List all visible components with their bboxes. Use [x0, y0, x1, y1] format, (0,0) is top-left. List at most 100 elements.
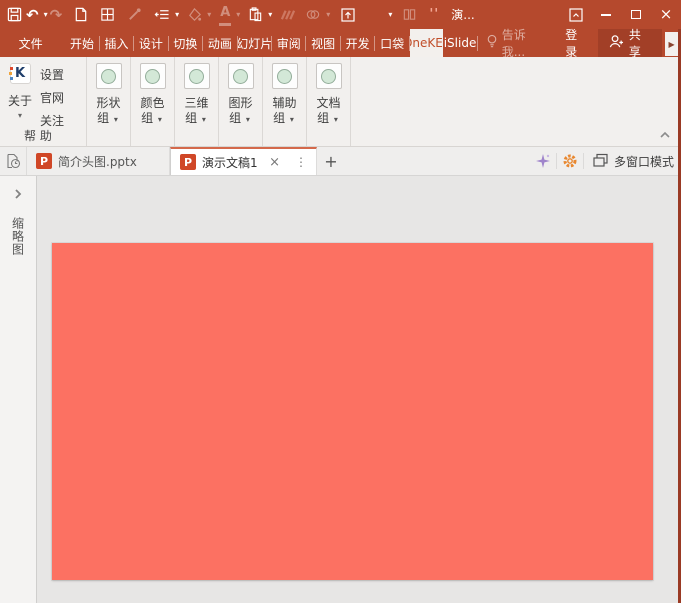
- fit-window-icon[interactable]: [340, 4, 356, 26]
- powerpoint-file-icon: P: [36, 153, 52, 169]
- ink-fill-icon: [187, 4, 202, 26]
- group-label: 辅助: [272, 96, 296, 110]
- doc-tab-title: 演示文稿1: [202, 154, 258, 171]
- save-icon[interactable]: [7, 4, 22, 26]
- slide[interactable]: [52, 243, 653, 580]
- doc-tab-title: 简介头图.pptx: [58, 153, 137, 170]
- group-label: 图形: [228, 96, 252, 110]
- group-label: 颜色: [140, 96, 164, 110]
- dropdown-caret-icon: ▾: [334, 115, 338, 124]
- ribbon: K 关于 ▾ 设置 官网 关注 形状 组 ▾ 颜色 组 ▾ 三维 组 ▾: [0, 57, 681, 147]
- group-label: 组: [185, 111, 197, 125]
- ribbon-tab-transition[interactable]: 切换: [169, 29, 202, 57]
- font-color-icon: A: [219, 4, 231, 26]
- paragraph-icon[interactable]: [154, 4, 170, 26]
- color-group-icon: [140, 63, 166, 89]
- undo-caret-icon[interactable]: ▾: [44, 10, 48, 19]
- powerpoint-file-icon: P: [180, 154, 196, 170]
- tell-me-label: 告诉我...: [502, 26, 548, 60]
- maximize-button[interactable]: [621, 0, 651, 29]
- link-website[interactable]: 官网: [40, 87, 64, 110]
- doc-tab-1[interactable]: P 简介头图.pptx: [27, 147, 170, 175]
- multi-window-button[interactable]: 多窗口模式: [584, 152, 674, 171]
- link-settings[interactable]: 设置: [40, 64, 64, 87]
- font-color-caret-icon: ▾: [236, 10, 240, 19]
- 3d-group-icon: [184, 63, 210, 89]
- share-label: 共享: [629, 26, 652, 60]
- window-controls: ×: [561, 0, 681, 29]
- ribbon-tab-pocket[interactable]: 口袋: [375, 29, 408, 57]
- multi-window-icon: [592, 152, 609, 171]
- ribbon-tab-insert[interactable]: 插入: [100, 29, 133, 57]
- onekey-logo-icon: K: [10, 63, 31, 84]
- paste-icon[interactable]: [248, 4, 263, 26]
- ribbon-tab-developer[interactable]: 开发: [341, 29, 374, 57]
- tab-menu-icon[interactable]: ⋮: [295, 155, 307, 169]
- graphic-group-icon: [228, 63, 254, 89]
- main-area: 缩略图: [0, 176, 681, 603]
- group-label: 组: [229, 111, 241, 125]
- group-label: 组: [97, 111, 109, 125]
- magic-wand-icon[interactable]: [530, 153, 556, 169]
- theme-colors-icon[interactable]: [368, 4, 383, 26]
- new-tab-button[interactable]: +: [317, 147, 345, 175]
- group-button-graphic[interactable]: 图形 组 ▾: [219, 57, 263, 146]
- group-button-assist[interactable]: 辅助 组 ▾: [263, 57, 307, 146]
- ribbon-tab-design[interactable]: 设计: [134, 29, 167, 57]
- ribbon-tab-home[interactable]: 开始: [65, 29, 98, 57]
- group-button-color[interactable]: 颜色 组 ▾: [131, 57, 175, 146]
- dropdown-caret-icon: ▾: [202, 115, 206, 124]
- title-bar: ↶ ▾ ↷ ▾ ▾ A ▾: [0, 0, 681, 29]
- ink-fill-caret-icon: ▾: [207, 10, 211, 19]
- ribbon-tab-islide[interactable]: iSlide: [443, 29, 476, 57]
- grid-view-icon[interactable]: [100, 4, 115, 26]
- thumbnail-pane-collapsed: 缩略图: [0, 176, 37, 603]
- doc-tab-2[interactable]: P 演示文稿1 × ⋮: [170, 147, 317, 175]
- lightbulb-icon: [486, 34, 498, 52]
- dropdown-caret-icon: ▾: [290, 115, 294, 124]
- ribbon-tab-animation[interactable]: 动画: [203, 29, 236, 57]
- shape-group-icon: [96, 63, 122, 89]
- ribbon-tab-onekey[interactable]: OneKEY: [410, 29, 443, 57]
- group-button-shape[interactable]: 形状 组 ▾: [87, 57, 131, 146]
- minimize-button[interactable]: [591, 0, 621, 29]
- tell-me-search[interactable]: 告诉我...: [478, 29, 556, 57]
- group-label: 文档: [316, 96, 340, 110]
- ribbon-options-icon[interactable]: [561, 0, 591, 29]
- undo-icon[interactable]: ↶: [26, 4, 39, 26]
- ribbon-tab-view[interactable]: 视图: [306, 29, 339, 57]
- help-section-label: 帮 助: [24, 127, 52, 144]
- dropdown-caret-icon: ▾: [246, 115, 250, 124]
- redo-icon: ↷: [50, 4, 63, 26]
- ribbon-tab-row: 文件 开始 插入 设计 切换 动画 幻灯片 审阅 视图 开发 口袋 OneKEY…: [0, 29, 681, 57]
- group-label: 组: [273, 111, 285, 125]
- close-button[interactable]: ×: [651, 0, 681, 29]
- recent-documents-icon[interactable]: [0, 147, 27, 175]
- theme-colors-caret-icon[interactable]: ▾: [388, 10, 392, 19]
- collapse-ribbon-icon[interactable]: [658, 129, 672, 143]
- paragraph-caret-icon[interactable]: ▾: [175, 10, 179, 19]
- ribbon-tab-review[interactable]: 审阅: [272, 29, 305, 57]
- about-label: 关于: [8, 92, 32, 109]
- share-button[interactable]: 共享: [598, 29, 662, 57]
- group-button-3d[interactable]: 三维 组 ▾: [175, 57, 219, 146]
- thumbnail-pane-label[interactable]: 缩略图: [10, 217, 27, 256]
- new-document-icon[interactable]: [74, 4, 88, 26]
- ribbon-tab-file[interactable]: 文件: [8, 29, 53, 57]
- group-button-document[interactable]: 文档 组 ▾: [307, 57, 351, 146]
- assist-group-icon: [272, 63, 298, 89]
- login-button[interactable]: 登录: [556, 29, 598, 57]
- close-tab-icon[interactable]: ×: [269, 155, 280, 170]
- person-plus-icon: [608, 34, 624, 52]
- dropdown-caret-icon: ▾: [158, 115, 162, 124]
- quotes-icon: '': [429, 4, 439, 26]
- expand-pane-icon[interactable]: [13, 188, 23, 203]
- merge-shapes-icon: [305, 4, 321, 26]
- paste-caret-icon[interactable]: ▾: [268, 10, 272, 19]
- group-label: 组: [317, 111, 329, 125]
- settings-gear-icon[interactable]: [557, 153, 583, 169]
- merge-shapes-caret-icon: ▾: [326, 10, 330, 19]
- document-tab-bar: P 简介头图.pptx P 演示文稿1 × ⋮ +: [0, 147, 681, 176]
- tab-overflow-icon[interactable]: ▶: [665, 32, 678, 56]
- ribbon-tab-slideshow[interactable]: 幻灯片: [238, 29, 271, 57]
